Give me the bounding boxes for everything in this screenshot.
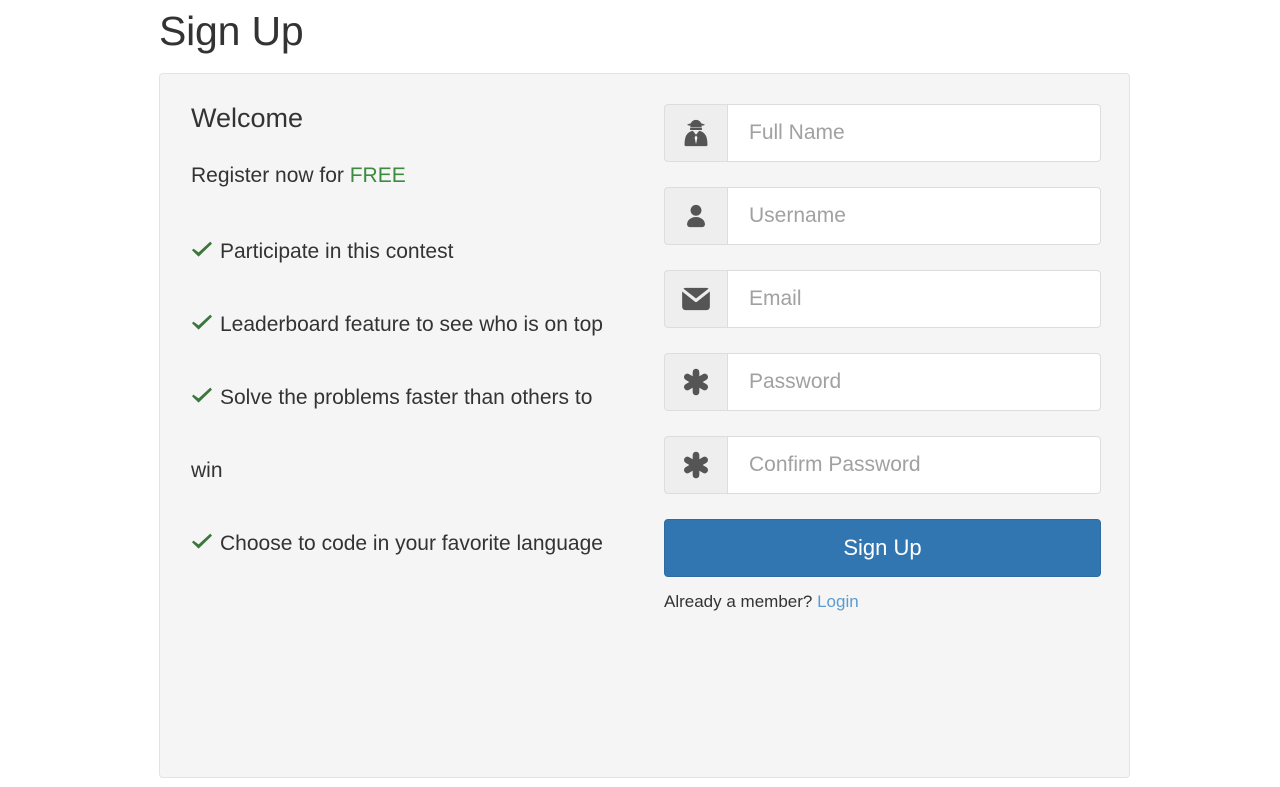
benefit-item: Participate in this contest bbox=[191, 215, 611, 288]
full-name-input[interactable] bbox=[727, 104, 1101, 162]
check-icon bbox=[191, 239, 213, 259]
benefit-item: Solve the problems faster than others to… bbox=[191, 361, 611, 507]
username-input[interactable] bbox=[727, 187, 1101, 245]
envelope-icon bbox=[664, 270, 727, 328]
register-tagline-highlight: FREE bbox=[349, 163, 406, 187]
benefit-item: Leaderboard feature to see who is on top bbox=[191, 288, 611, 361]
register-tagline: Register now for FREE bbox=[191, 134, 621, 188]
signup-submit-button[interactable]: Sign Up bbox=[664, 519, 1101, 577]
user-secret-icon bbox=[664, 104, 727, 162]
check-icon bbox=[191, 385, 213, 405]
welcome-heading: Welcome bbox=[191, 103, 304, 133]
benefit-text: Choose to code in your favorite language bbox=[220, 531, 603, 555]
signup-panel: Welcome Register now for FREE Participat… bbox=[159, 73, 1130, 778]
user-icon bbox=[664, 187, 727, 245]
already-member-label: Already a member? bbox=[664, 592, 818, 611]
register-tagline-prefix: Register now for bbox=[191, 163, 350, 187]
password-input[interactable] bbox=[727, 353, 1101, 411]
email-input[interactable] bbox=[727, 270, 1101, 328]
already-member-row: Already a member? Login bbox=[664, 577, 1101, 612]
benefit-text: Leaderboard feature to see who is on top bbox=[220, 312, 603, 336]
benefit-text: Solve the problems faster than others to… bbox=[191, 385, 593, 482]
asterisk-icon bbox=[664, 353, 727, 411]
confirm-password-input[interactable] bbox=[727, 436, 1101, 494]
benefit-text: Participate in this contest bbox=[220, 239, 454, 263]
email-group bbox=[664, 270, 1101, 328]
page-title: Sign Up bbox=[159, 8, 304, 54]
benefit-item: Choose to code in your favorite language bbox=[191, 507, 611, 580]
benefits-list: Participate in this contest Leaderboard … bbox=[191, 188, 621, 580]
check-icon bbox=[191, 531, 213, 551]
check-icon bbox=[191, 312, 213, 332]
welcome-column: Welcome Register now for FREE Participat… bbox=[191, 103, 621, 580]
asterisk-icon bbox=[664, 436, 727, 494]
username-group bbox=[664, 187, 1101, 245]
full-name-group bbox=[664, 104, 1101, 162]
signup-page: Sign Up Welcome Register now for FREE Pa… bbox=[0, 0, 1280, 787]
signup-form: Sign Up Already a member? Login bbox=[664, 104, 1101, 612]
login-link[interactable]: Login bbox=[817, 592, 859, 611]
confirm-password-group bbox=[664, 436, 1101, 494]
password-group bbox=[664, 353, 1101, 411]
